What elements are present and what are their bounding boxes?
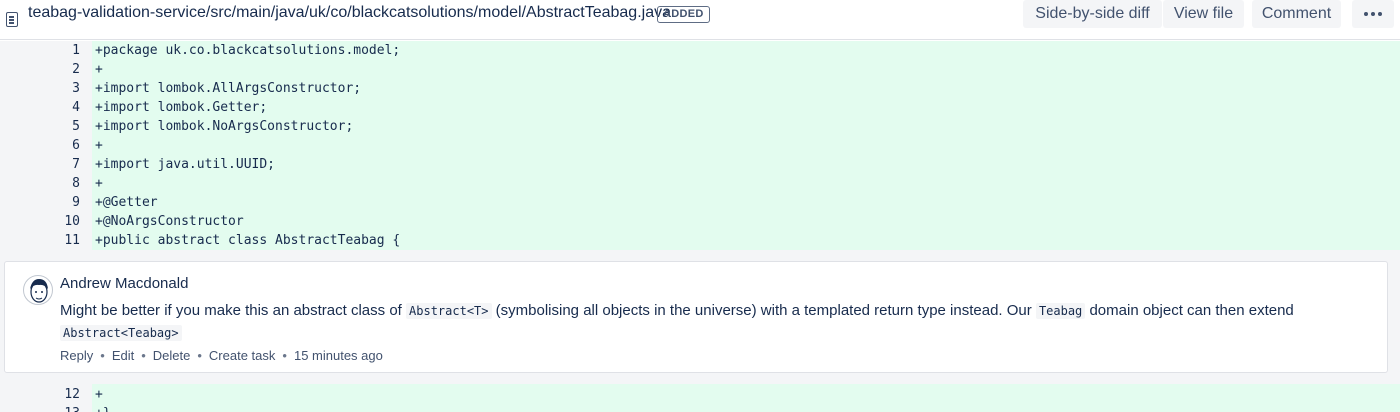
separator-dot: • xyxy=(141,348,146,363)
line-number[interactable]: 7 xyxy=(0,155,80,174)
comment-button[interactable]: Comment xyxy=(1252,0,1341,28)
view-file-button[interactable]: View file xyxy=(1163,0,1244,28)
code-line: + xyxy=(95,176,103,191)
diff-line[interactable]: 6 + xyxy=(0,136,1400,155)
create-task-link[interactable]: Create task xyxy=(209,348,275,363)
inline-code: Abstract<T> xyxy=(406,303,492,319)
line-number[interactable]: 9 xyxy=(0,193,80,212)
file-header: teabag-validation-service/src/main/java/… xyxy=(0,0,1400,40)
code-line: +package uk.co.blackcatsolutions.model; xyxy=(95,43,401,58)
code-line: +import java.util.UUID; xyxy=(95,157,276,172)
comment-text: (symbolising all objects in the universe… xyxy=(495,302,1032,319)
diff-line[interactable]: 13 +} xyxy=(0,404,1400,412)
code-line: +import lombok.AllArgsConstructor; xyxy=(95,81,362,96)
edit-link[interactable]: Edit xyxy=(112,348,134,363)
diff-line[interactable]: 8 + xyxy=(0,174,1400,193)
separator-dot: • xyxy=(197,348,202,363)
line-number[interactable]: 12 xyxy=(0,385,80,404)
inline-code: Teabag xyxy=(1035,303,1086,319)
line-number[interactable]: 6 xyxy=(0,136,80,155)
code-line: +public abstract class AbstractTeabag { xyxy=(95,233,401,248)
diff-line[interactable]: 7 +import java.util.UUID; xyxy=(0,155,1400,174)
status-badge: ADDED xyxy=(657,6,710,23)
comment-card: Andrew Macdonald Might be better if you … xyxy=(4,261,1388,373)
line-number[interactable]: 8 xyxy=(0,174,80,193)
inline-comment-area: Andrew Macdonald Might be better if you … xyxy=(0,250,1400,384)
diff-block: 1 +package uk.co.blackcatsolutions.model;… xyxy=(0,41,1400,250)
avatar[interactable] xyxy=(23,275,53,305)
code-line: +import lombok.NoArgsConstructor; xyxy=(95,119,354,134)
code-line: + xyxy=(95,138,103,153)
diff-block: 12 +13 +} xyxy=(0,384,1400,412)
code-line: +} xyxy=(95,404,111,412)
line-number[interactable]: 13 xyxy=(0,404,80,412)
line-number[interactable]: 3 xyxy=(0,79,80,98)
file-path[interactable]: teabag-validation-service/src/main/java/… xyxy=(28,4,671,22)
line-number[interactable]: 2 xyxy=(0,60,80,79)
line-number[interactable]: 5 xyxy=(0,117,80,136)
code-line: + xyxy=(95,62,103,77)
diff-line[interactable]: 9 +@Getter xyxy=(0,193,1400,212)
diff-line[interactable]: 12 + xyxy=(0,385,1400,404)
separator-dot: • xyxy=(100,348,105,363)
line-number[interactable]: 4 xyxy=(0,98,80,117)
comment-text: domain object can then extend xyxy=(1089,302,1294,319)
diff-line[interactable]: 1 +package uk.co.blackcatsolutions.model; xyxy=(0,41,1400,60)
line-number[interactable]: 11 xyxy=(0,231,80,250)
diff-line[interactable]: 11 +public abstract class AbstractTeabag … xyxy=(0,231,1400,250)
code-line: +@Getter xyxy=(95,195,158,210)
side-by-side-diff-button[interactable]: Side-by-side diff xyxy=(1023,0,1162,28)
separator-dot: • xyxy=(282,348,287,363)
line-number[interactable]: 10 xyxy=(0,212,80,231)
file-icon xyxy=(6,12,18,27)
line-number[interactable]: 1 xyxy=(0,41,80,60)
diff-line[interactable]: 5 +import lombok.NoArgsConstructor; xyxy=(0,117,1400,136)
code-line: +@NoArgsConstructor xyxy=(95,214,244,229)
code-line: + xyxy=(95,387,103,402)
comment-author[interactable]: Andrew Macdonald xyxy=(60,275,188,292)
comment-text: Might be better if you make this an abst… xyxy=(60,302,402,319)
reply-link[interactable]: Reply xyxy=(60,348,93,363)
more-icon[interactable] xyxy=(1352,0,1394,28)
diff-line[interactable]: 4 +import lombok.Getter; xyxy=(0,98,1400,117)
diff-line[interactable]: 10 +@NoArgsConstructor xyxy=(0,212,1400,231)
comment-body: Might be better if you make this an abst… xyxy=(60,300,1350,344)
diff-line[interactable]: 2 + xyxy=(0,60,1400,79)
inline-code: Abstract<Teabag> xyxy=(60,325,182,341)
comment-timestamp: 15 minutes ago xyxy=(293,348,383,363)
diff-line[interactable]: 3 +import lombok.AllArgsConstructor; xyxy=(0,79,1400,98)
comment-actions: Reply • Edit • Delete • Create task • 15 minutes… xyxy=(60,348,383,363)
delete-link[interactable]: Delete xyxy=(153,348,191,363)
code-line: +import lombok.Getter; xyxy=(95,100,268,115)
